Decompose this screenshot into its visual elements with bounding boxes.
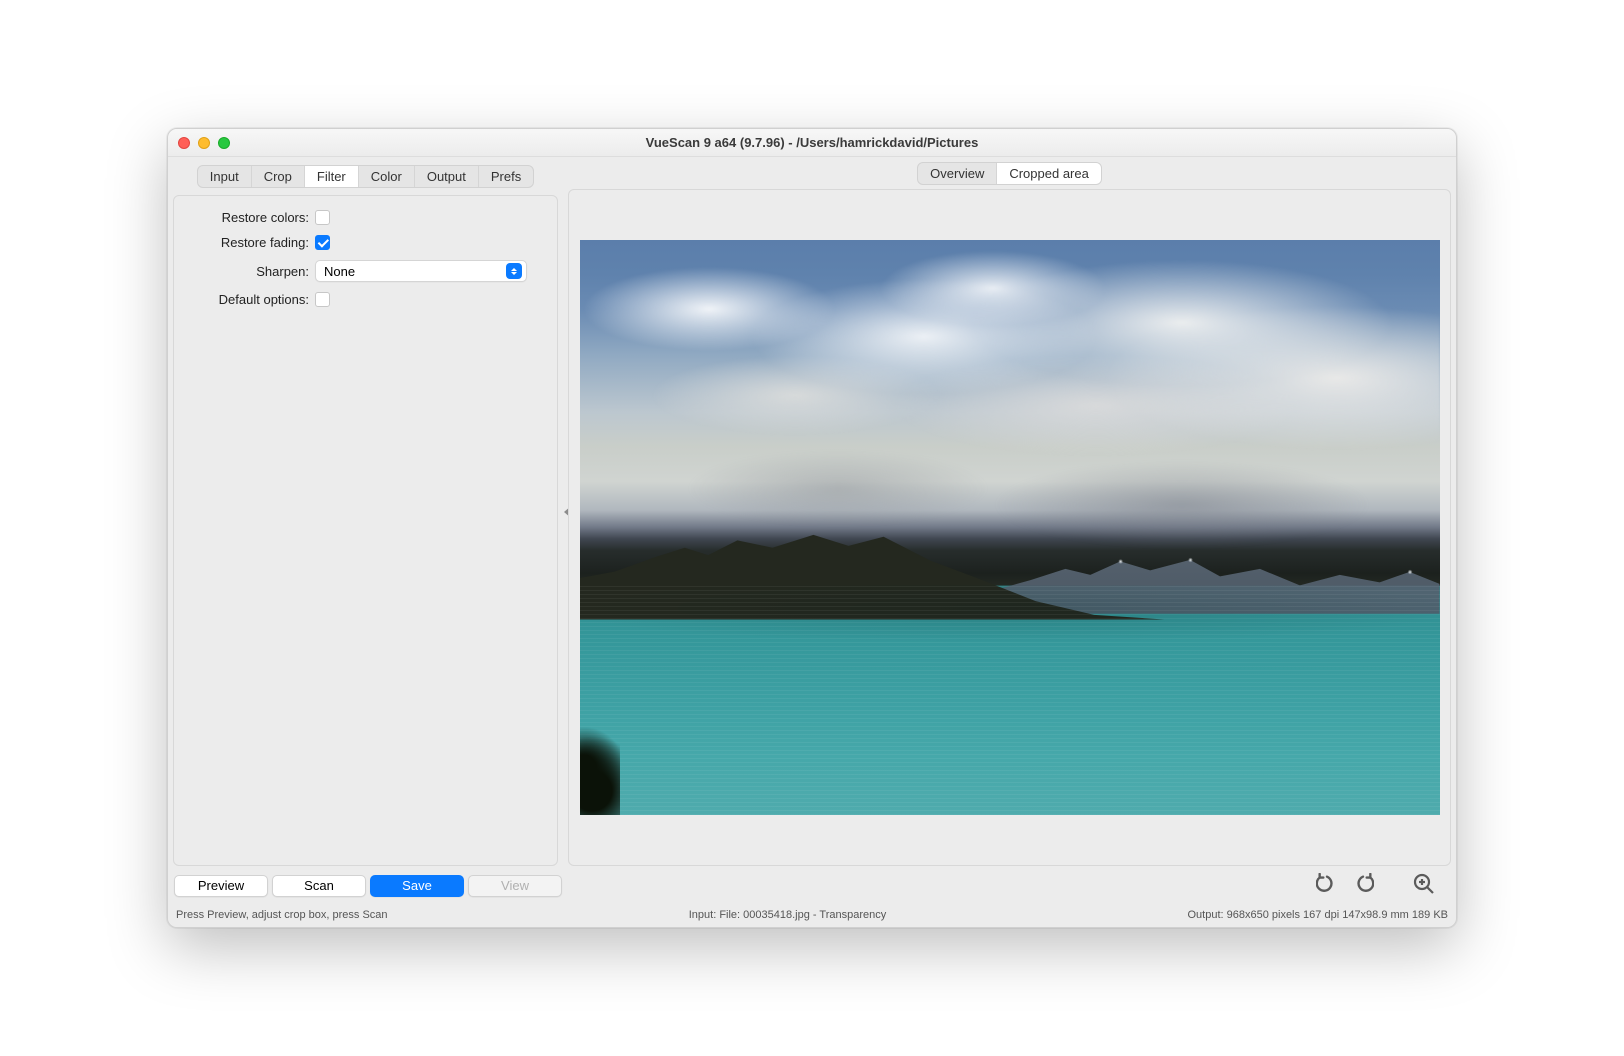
sharpen-select[interactable]: None xyxy=(315,260,527,282)
status-input: Input: File: 00035418.jpg - Transparency xyxy=(428,909,1148,921)
zoom-in-icon[interactable] xyxy=(1412,872,1436,899)
view-button: View xyxy=(468,875,562,897)
default-options-label: Default options: xyxy=(190,292,315,307)
filter-form: Restore colors: Restore fading: Sharpen:… xyxy=(173,195,558,866)
rotate-right-icon[interactable] xyxy=(1352,873,1374,898)
left-tabs: Input Crop Filter Color Output Prefs xyxy=(197,165,534,188)
titlebar: VueScan 9 a64 (9.7.96) - /Users/hamrickd… xyxy=(168,129,1456,157)
default-options-checkbox[interactable] xyxy=(315,292,330,307)
tab-overview[interactable]: Overview xyxy=(918,163,997,184)
restore-colors-label: Restore colors: xyxy=(190,210,315,225)
preview-panel: Overview Cropped area xyxy=(563,157,1456,866)
tab-color[interactable]: Color xyxy=(359,166,415,187)
right-tabs: Overview Cropped area xyxy=(917,162,1102,185)
restore-fading-checkbox[interactable] xyxy=(315,235,330,250)
preview-area[interactable] xyxy=(568,189,1451,866)
save-button[interactable]: Save xyxy=(370,875,464,897)
sharpen-value: None xyxy=(324,264,355,279)
tab-filter[interactable]: Filter xyxy=(305,166,359,187)
scan-button[interactable]: Scan xyxy=(272,875,366,897)
settings-panel: Input Crop Filter Color Output Prefs Res… xyxy=(168,157,563,866)
scanned-image xyxy=(580,240,1440,815)
restore-colors-checkbox[interactable] xyxy=(315,210,330,225)
tab-crop[interactable]: Crop xyxy=(252,166,305,187)
app-window: VueScan 9 a64 (9.7.96) - /Users/hamrickd… xyxy=(167,128,1457,928)
sharpen-label: Sharpen: xyxy=(190,264,315,279)
zoom-tools xyxy=(1316,872,1450,899)
chevron-updown-icon xyxy=(506,263,522,279)
tab-output[interactable]: Output xyxy=(415,166,479,187)
status-output: Output: 968x650 pixels 167 dpi 147x98.9 … xyxy=(1187,909,1448,921)
preview-button[interactable]: Preview xyxy=(174,875,268,897)
restore-fading-label: Restore fading: xyxy=(190,235,315,250)
tab-input[interactable]: Input xyxy=(198,166,252,187)
status-bar: Press Preview, adjust crop box, press Sc… xyxy=(168,905,1456,927)
tab-prefs[interactable]: Prefs xyxy=(479,166,533,187)
bottom-toolbar: Preview Scan Save View xyxy=(168,866,1456,905)
window-title: VueScan 9 a64 (9.7.96) - /Users/hamrickd… xyxy=(168,135,1456,150)
tab-cropped-area[interactable]: Cropped area xyxy=(997,163,1101,184)
status-hint: Press Preview, adjust crop box, press Sc… xyxy=(176,909,388,921)
rotate-left-icon[interactable] xyxy=(1316,873,1338,898)
